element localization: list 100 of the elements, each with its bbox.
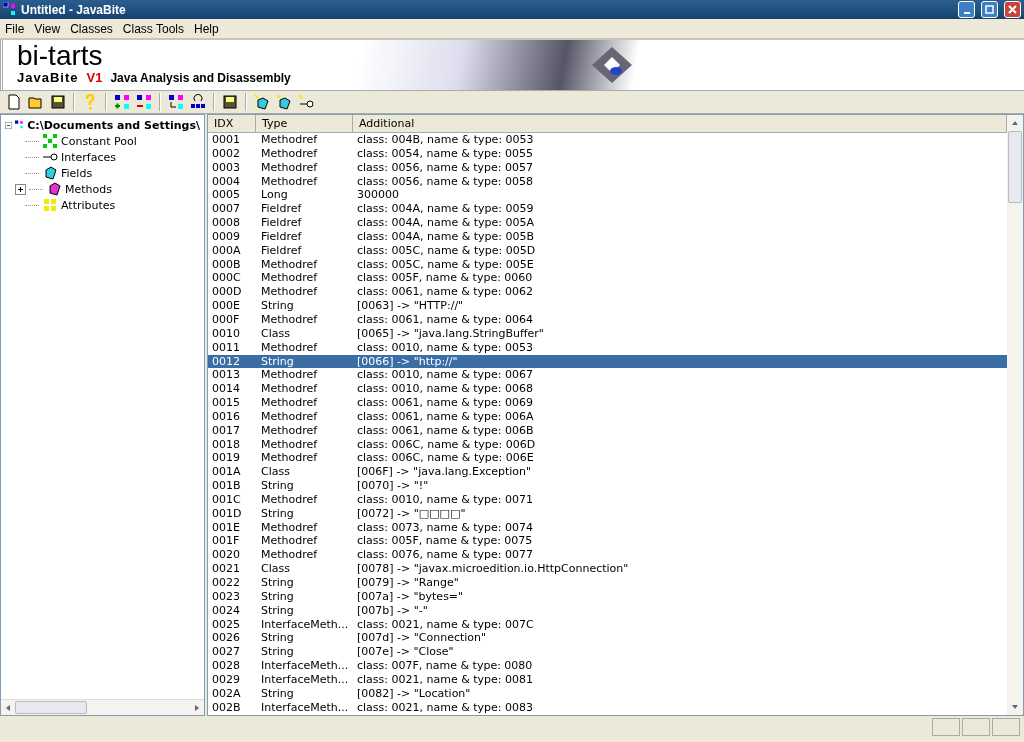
table-cell-text: Fieldref: [260, 243, 303, 258]
tree-item[interactable]: C:\Documents and Settings\: [27, 118, 200, 132]
table-cell-text: InterfaceMeth...: [260, 672, 350, 687]
table-row[interactable]: 0009 Fieldref class: 004A, name & type: 005B: [208, 229, 1007, 244]
table-cell-text: 0012: [211, 354, 241, 369]
table-row[interactable]: 000F Methodref class: 0061, name & type: 0064: [208, 312, 1007, 327]
table-row[interactable]: 0022 String [0079] -> "Range": [208, 576, 1007, 590]
table-cell-text: [0072] -> "□□□□": [356, 506, 467, 521]
table-row[interactable]: 0016 Methodref class: 0061, name & type: 006A: [208, 409, 1007, 424]
add-node-icon[interactable]: [112, 92, 132, 112]
table-row[interactable]: 000A Fieldref class: 005C, name & type: 005D: [208, 243, 1007, 258]
table-cell-text: String: [260, 479, 295, 493]
menu-item[interactable]: File: [0, 21, 30, 36]
table-cell-text: 0016: [211, 409, 241, 424]
table-row[interactable]: 001D String [0072] -> "□□□□": [208, 506, 1007, 521]
maximize-button[interactable]: [981, 1, 998, 18]
table-row[interactable]: 001C Methodref class: 0010, name & type: 0071: [208, 492, 1007, 507]
table-cell-text: 0021: [211, 562, 241, 576]
minimize-button[interactable]: [958, 1, 975, 18]
table-row[interactable]: 002A String [0082] -> "Location": [208, 686, 1007, 701]
table-row[interactable]: 001A Class [006F] -> "java.lang.Exception": [208, 465, 1007, 480]
expand-toggle[interactable]: [15, 183, 26, 195]
menu-item[interactable]: Class Tools: [117, 21, 189, 36]
scrollbar-thumb[interactable]: [1008, 131, 1022, 203]
table-row[interactable]: 0004 Methodref class: 0056, name & type: 0058: [208, 174, 1007, 189]
table-row[interactable]: 0003 Methodref class: 0056, name & type: 0057: [208, 160, 1007, 175]
table-cell-text: 300000: [356, 188, 400, 203]
table-row[interactable]: 0025 InterfaceMeth... class: 0021, name & type: 007C: [208, 617, 1007, 632]
table-row[interactable]: 0007 Fieldref class: 004A, name & type: 0059: [208, 202, 1007, 217]
collapse-toggle[interactable]: [5, 119, 13, 131]
table-row[interactable]: 0026 String [007d] -> "Connection": [208, 631, 1007, 646]
cube-icon[interactable]: [252, 92, 272, 112]
scroll-down-arrow-icon[interactable]: [1011, 703, 1019, 711]
column-header[interactable]: IDX: [208, 115, 256, 132]
table-row[interactable]: 0011 Methodref class: 0010, name & type: 0053: [208, 340, 1007, 355]
table-cell-text: [0082] -> "Location": [356, 686, 472, 701]
table-cell-text: [006F] -> "java.lang.Exception": [356, 465, 533, 480]
table-row[interactable]: 0002 Methodref class: 0054, name & type: 0055: [208, 146, 1007, 161]
scroll-up-arrow-icon[interactable]: [1011, 119, 1019, 127]
table-row[interactable]: 0029 InterfaceMeth... class: 0021, name & type: 0081: [208, 672, 1007, 687]
table-row[interactable]: 0014 Methodref class: 0010, name & type: 0068: [208, 382, 1007, 397]
menu-item[interactable]: Help: [188, 21, 224, 36]
table-cell-text: String: [260, 506, 295, 521]
table-cell-text: Methodref: [260, 174, 319, 189]
tree-item[interactable]: Fields: [61, 166, 93, 180]
table-cell-text: Methodref: [260, 312, 319, 327]
table-row[interactable]: 000B Methodref class: 005C, name & type: 005E: [208, 257, 1007, 272]
move-node-icon[interactable]: [166, 92, 186, 112]
field-icon: [42, 165, 58, 181]
table-row[interactable]: 0015 Methodref class: 0061, name & type: 0069: [208, 396, 1007, 410]
table-row[interactable]: 0001 Methodref class: 004B, name & type: 0053: [208, 133, 1007, 147]
table-cell-text: 000F: [211, 312, 241, 327]
horizontal-scrollbar[interactable]: [1, 699, 204, 715]
table-cell-text: class: 006C, name & type: 006E: [356, 451, 535, 466]
menu-item[interactable]: View: [29, 21, 66, 36]
tree-item[interactable]: Attributes: [61, 198, 116, 212]
table-row[interactable]: 001E Methodref class: 0073, name & type: 0074: [208, 520, 1007, 535]
table-cell-text: Methodref: [260, 340, 319, 355]
table-row[interactable]: 002B InterfaceMeth... class: 0021, name & type: 0083: [208, 700, 1007, 715]
cube-icon[interactable]: [274, 92, 294, 112]
table-row[interactable]: 000E String [0063] -> "HTTP://": [208, 299, 1007, 313]
table-row[interactable]: 0017 Methodref class: 0061, name & type: 006B: [208, 423, 1007, 438]
table-row[interactable]: 001B String [0070] -> "!": [208, 479, 1007, 493]
table-row[interactable]: 0020 Methodref class: 0076, name & type: 0077: [208, 548, 1007, 563]
table-row[interactable]: 0008 Fieldref class: 004A, name & type: 005A: [208, 216, 1007, 230]
table-cell-text: 0013: [211, 368, 241, 383]
table-row[interactable]: 0027 String [007e] -> "Close": [208, 645, 1007, 660]
table-row[interactable]: 0021 Class [0078] -> "javax.microedition.io.HttpConnection": [208, 562, 1007, 576]
scrollbar-thumb[interactable]: [15, 701, 87, 714]
table-row[interactable]: 0013 Methodref class: 0010, name & type: 0067: [208, 368, 1007, 383]
table-cell-text: class: 007F, name & type: 0080: [356, 659, 534, 673]
table-cell-text: class: 0010, name & type: 0053: [356, 340, 535, 355]
table-row[interactable]: 000D Methodref class: 0061, name & type: 0062: [208, 285, 1007, 300]
vertical-scrollbar[interactable]: [1007, 115, 1023, 715]
menu-item[interactable]: Classes: [65, 21, 118, 36]
table-cell-text: 0004: [211, 174, 241, 189]
scroll-left-arrow-icon[interactable]: [4, 703, 12, 712]
maximize-icon: [985, 5, 994, 14]
table-row[interactable]: 001F Methodref class: 005F, name & type: 0075: [208, 534, 1007, 549]
table-row[interactable]: 0012 String [0066] -> "http://": [208, 354, 1007, 369]
table-row[interactable]: 000C Methodref class: 005F, name & type: 0060: [208, 271, 1007, 286]
table-row[interactable]: 0024 String [007b] -> "-": [208, 603, 1007, 618]
table-row[interactable]: 0005 Long 300000: [208, 188, 1007, 203]
tree-item[interactable]: Interfaces: [61, 150, 116, 164]
table-cell-text: Methodref: [260, 534, 319, 549]
table-row[interactable]: 0010 Class [0065] -> "java.lang.StringBuffer": [208, 326, 1007, 341]
table-row[interactable]: 0028 InterfaceMeth... class: 007F, name & type: 0080: [208, 659, 1007, 673]
table-row[interactable]: 0019 Methodref class: 006C, name & type: 006E: [208, 451, 1007, 466]
close-button[interactable]: [1004, 1, 1021, 18]
scroll-right-arrow-icon[interactable]: [193, 703, 201, 712]
table-cell-text: class: 0061, name & type: 0062: [356, 285, 535, 300]
table-cell-text: class: 0061, name & type: 006B: [356, 423, 535, 438]
table-row[interactable]: 0018 Methodref class: 006C, name & type: 006D: [208, 437, 1007, 452]
table-cell-text: String: [260, 631, 295, 646]
tree-item[interactable]: Constant Pool: [61, 134, 137, 148]
column-header[interactable]: Type: [256, 115, 353, 132]
remove-node-icon[interactable]: [134, 92, 154, 112]
tree-item[interactable]: Methods: [65, 182, 112, 196]
table-row[interactable]: 0023 String [007a] -> "bytes=": [208, 589, 1007, 604]
table-cell-text: class: 0073, name & type: 0074: [356, 520, 535, 535]
